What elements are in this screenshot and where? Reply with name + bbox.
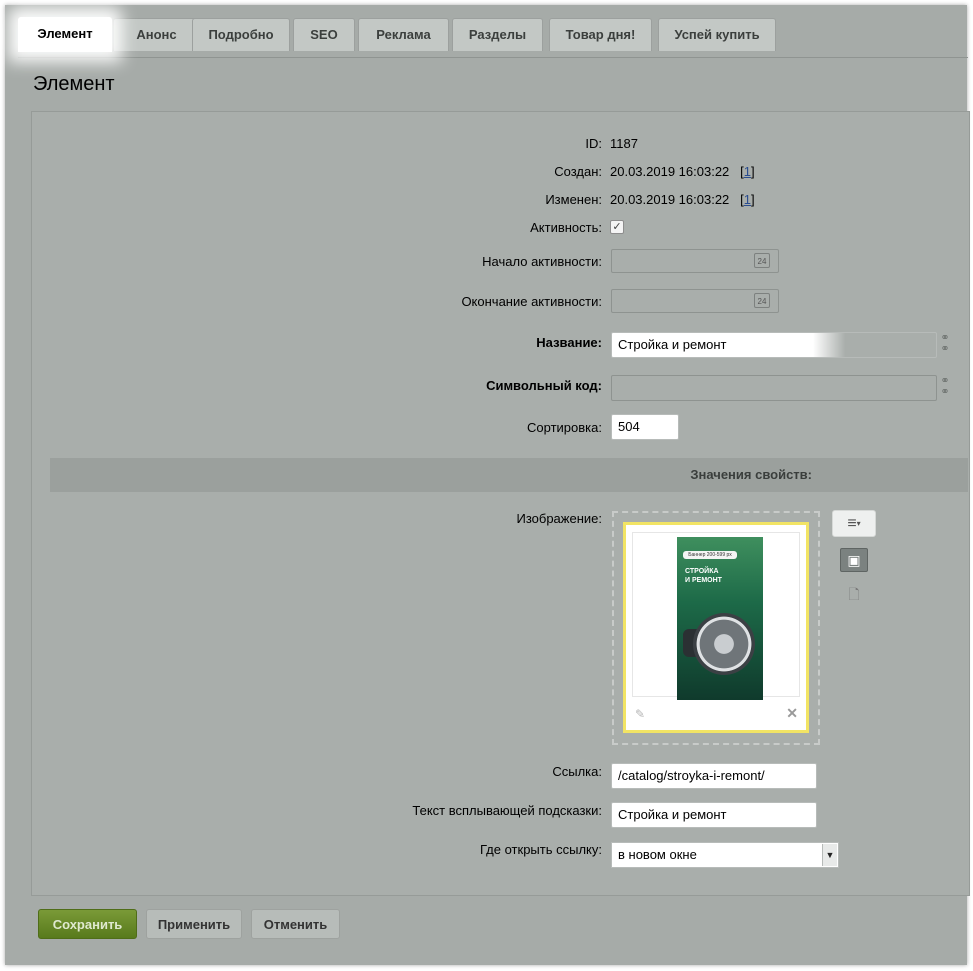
hamburger-icon: ≡ — [847, 515, 857, 532]
created-user-link[interactable]: 1 — [744, 164, 751, 179]
created-bracket-close: ] — [750, 164, 755, 179]
name-input[interactable]: Стройка и ремонт — [611, 332, 937, 358]
code-input[interactable] — [611, 375, 937, 401]
id-value: 1187 — [610, 136, 638, 151]
save-button[interactable]: Сохранить — [38, 909, 137, 939]
tooltip-input[interactable]: Стройка и ремонт — [611, 802, 817, 828]
banner-price-tag: Баннер 200-599 px — [683, 551, 737, 559]
tooltip-label: Текст всплывающей подсказки: — [412, 803, 602, 818]
tab-announce[interactable]: Анонс — [113, 18, 200, 51]
properties-section-header: Значения свойств: — [50, 458, 968, 492]
active-to-input[interactable]: 24 — [611, 289, 779, 313]
modified-user-link[interactable]: 1 — [744, 192, 751, 207]
tab-element[interactable]: Элемент — [18, 17, 112, 52]
active-to-label: Окончание активности: — [461, 294, 602, 309]
active-from-input[interactable]: 24 — [611, 249, 779, 273]
image-frame: Баннер 200-599 px СТРОЙКА И РЕМОНТ — [632, 532, 800, 700]
image-menu-button[interactable]: ≡▾ — [832, 510, 876, 537]
modified-label: Изменен: — [545, 192, 602, 207]
link-chain-icon[interactable]: ⚭ ⚭ — [940, 333, 950, 355]
active-checkbox[interactable]: ✓ — [610, 220, 624, 234]
cancel-button[interactable]: Отменить — [251, 909, 340, 939]
active-label: Активность: — [530, 220, 602, 235]
tab-details[interactable]: Подробно — [192, 18, 290, 51]
modified-bracket-close: ] — [750, 192, 755, 207]
tab-sections[interactable]: Разделы — [452, 18, 543, 51]
caret-down-icon: ▾ — [856, 519, 861, 528]
tab-product-of-day[interactable]: Товар дня! — [549, 18, 652, 51]
tab-hurry-buy[interactable]: Успей купить — [658, 18, 776, 51]
link-label: Ссылка: — [552, 764, 602, 779]
sort-label: Сортировка: — [527, 420, 602, 435]
target-select[interactable]: в новом окне ▼ — [611, 842, 839, 868]
active-from-label: Начало активности: — [482, 254, 602, 269]
banner-title-line2: И РЕМОНТ — [685, 577, 722, 584]
target-select-value: в новом окне — [618, 847, 697, 862]
circular-saw-blade — [693, 613, 755, 675]
form-panel — [31, 111, 970, 896]
apply-button[interactable]: Применить — [146, 909, 242, 939]
tab-seo[interactable]: SEO — [293, 18, 355, 51]
banner-title-line1: СТРОЙКА — [685, 568, 719, 575]
image-preview-card[interactable]: Баннер 200-599 px СТРОЙКА И РЕМОНТ ✎ ✕ — [623, 522, 809, 733]
link-chain-icon[interactable]: ⚭ ⚭ — [940, 376, 950, 398]
created-date: 20.03.2019 16:03:22 — [610, 164, 730, 179]
created-value: 20.03.2019 16:03:22 [1] — [610, 164, 755, 179]
modified-value: 20.03.2019 16:03:22 [1] — [610, 192, 755, 207]
banner-image: Баннер 200-599 px СТРОЙКА И РЕМОНТ — [677, 537, 763, 700]
calendar-icon[interactable]: 24 — [754, 293, 770, 308]
file-icon[interactable]: 🗋 — [846, 584, 862, 602]
banner-title: СТРОЙКА И РЕМОНТ — [685, 567, 722, 585]
code-label: Символьный код: — [486, 378, 602, 393]
target-label: Где открыть ссылку: — [480, 842, 602, 857]
delete-x-icon[interactable]: ✕ — [786, 705, 798, 722]
image-type-button[interactable]: ▣ — [840, 548, 868, 572]
edit-pencil-icon[interactable]: ✎ — [635, 707, 645, 721]
id-label: ID: — [585, 136, 602, 151]
tab-divider — [18, 57, 968, 58]
image-icon: ▣ — [847, 552, 861, 568]
select-arrow-icon[interactable]: ▼ — [822, 844, 837, 866]
created-label: Создан: — [554, 164, 602, 179]
tab-ads[interactable]: Реклама — [358, 18, 449, 51]
properties-section-title: Значения свойств: — [690, 467, 812, 482]
modified-date: 20.03.2019 16:03:22 — [610, 192, 730, 207]
page-title: Элемент — [33, 73, 115, 95]
calendar-icon[interactable]: 24 — [754, 253, 770, 268]
sort-input[interactable]: 504 — [611, 414, 679, 440]
name-label: Название: — [536, 335, 602, 350]
image-label: Изображение: — [516, 511, 602, 526]
link-input[interactable]: /catalog/stroyka-i-remont/ — [611, 763, 817, 789]
